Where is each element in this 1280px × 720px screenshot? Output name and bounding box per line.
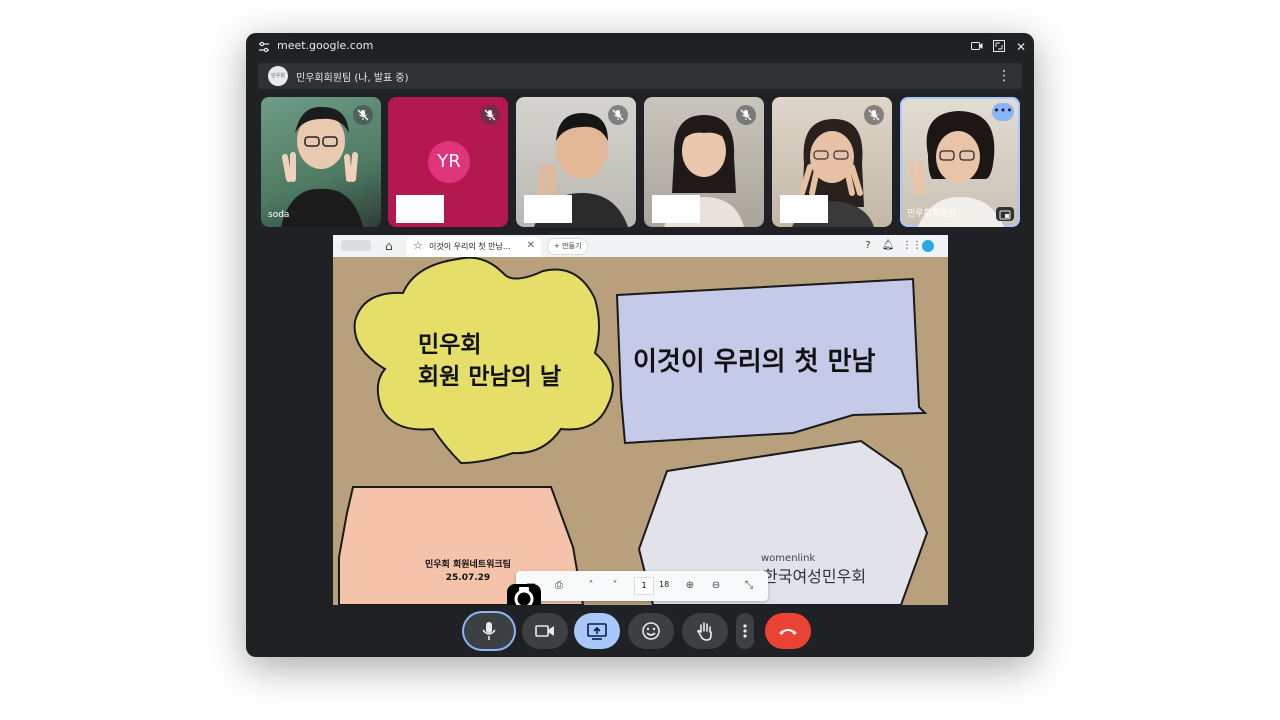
more-options-button[interactable] — [736, 613, 754, 649]
zoom-out-icon[interactable]: ⊖ — [709, 579, 723, 593]
slide-footer-date: 25.07.29 — [445, 573, 491, 583]
participant-tile[interactable] — [772, 97, 892, 227]
expand-window-icon[interactable] — [992, 40, 1006, 54]
microphone-icon — [482, 622, 496, 640]
print-icon[interactable]: ⎙ — [552, 579, 566, 593]
page-number-input[interactable]: 1 — [634, 577, 654, 595]
meeting-title: 민우회회원팀 (나, 발표 중) — [296, 73, 409, 84]
present-button[interactable] — [574, 613, 620, 649]
bell-icon[interactable]: 🔔︎ — [881, 239, 895, 253]
help-icon[interactable]: ? — [861, 239, 875, 253]
site-settings-icon[interactable] — [258, 41, 270, 53]
redacted-name — [524, 195, 572, 223]
leave-call-button[interactable] — [765, 613, 811, 649]
new-button[interactable]: + 만들기 — [547, 238, 589, 255]
slide-title-line1: 민우회 — [418, 332, 482, 358]
end-call-icon — [779, 629, 797, 635]
url-label: meet.google.com — [277, 39, 374, 52]
fit-page-icon[interactable]: ⤡ — [742, 579, 756, 593]
raise-hand-button[interactable] — [682, 613, 728, 649]
slide-title-line2: 회원 만남의 날 — [418, 364, 561, 390]
mic-off-icon — [608, 105, 628, 125]
close-window-icon[interactable]: ✕ — [1014, 40, 1028, 54]
star-icon[interactable]: ☆ — [413, 239, 423, 252]
meet-window: meet.google.com ✕ 민우회 민우회회원팀 (나, 발표 중) ⋮ — [246, 33, 1034, 657]
profile-avatar[interactable] — [922, 240, 934, 252]
tab-title: 이것이 우리의 첫 만남… — [429, 242, 511, 251]
participant-name: soda — [268, 210, 290, 220]
team-avatar: 민우회 — [268, 66, 288, 86]
participant-name: 민우회회원팀 — [907, 209, 957, 219]
participant-tile[interactable]: soda — [261, 97, 381, 227]
presentation-slide: 민우회 회원 만남의 날 이것이 우리의 첫 만남 민우회 회원네트워크팀 25… — [333, 257, 948, 605]
redacted-name — [396, 195, 444, 223]
participant-tile[interactable] — [644, 97, 764, 227]
kebab-icon — [743, 624, 747, 638]
camera-window-icon[interactable] — [970, 40, 984, 54]
video-camera-icon — [535, 625, 554, 637]
slide-footer: 민우회 회원네트워크팀 25.07.29 — [425, 559, 511, 585]
title-bar: meet.google.com ✕ — [246, 33, 1034, 61]
participant-strip: soda YR ••• 민우회회원팀 — [261, 97, 1021, 229]
mic-off-icon — [480, 105, 500, 125]
slide-title: 민우회 회원 만남의 날 — [418, 329, 561, 393]
call-controls — [246, 611, 1034, 653]
shared-screen: ⌂ ☆ 이것이 우리의 첫 만남… ✕ + 만들기 ? 🔔︎ ⋮⋮ 민우회 회원… — [333, 235, 948, 605]
chevron-down-icon[interactable]: ˅ — [608, 579, 622, 593]
chevron-up-icon[interactable]: ˄ — [584, 579, 598, 593]
participant-initials-avatar: YR — [428, 141, 470, 183]
pdf-toolbar: ▭ ⎙ ˄ ˅ 1 18 ⊕ ⊖ ⤡ — [516, 571, 768, 601]
tab-close-icon[interactable]: ✕ — [527, 240, 535, 251]
home-icon[interactable]: ⌂ — [385, 239, 399, 253]
mic-off-icon — [353, 105, 373, 125]
slide-headline: 이것이 우리의 첫 만남 — [633, 347, 876, 377]
redacted-name — [780, 195, 828, 223]
browser-tab[interactable]: ☆ 이것이 우리의 첫 만남… ✕ — [407, 237, 541, 257]
page-total: 18 — [659, 580, 670, 589]
meeting-options-icon[interactable]: ⋮ — [996, 67, 1012, 85]
participant-tile-self[interactable]: ••• 민우회회원팀 — [900, 97, 1020, 227]
redacted-name — [652, 195, 700, 223]
present-screen-icon — [587, 623, 607, 640]
participant-tile[interactable]: YR — [388, 97, 508, 227]
more-options-icon[interactable]: ••• — [992, 103, 1014, 121]
brand-ko: 한국여성민우회 — [763, 567, 867, 586]
emoji-icon — [642, 622, 660, 640]
new-button-label: 만들기 — [562, 242, 582, 250]
participant-tile[interactable] — [516, 97, 636, 227]
hand-icon — [697, 622, 712, 641]
camera-icon[interactable] — [507, 584, 541, 605]
mic-off-icon — [736, 105, 756, 125]
slide-footer-team: 민우회 회원네트워크팀 — [425, 560, 511, 570]
mic-off-icon — [864, 105, 884, 125]
slide-shapes — [338, 257, 929, 605]
microphone-button[interactable] — [464, 613, 514, 649]
apps-grid-icon[interactable]: ⋮⋮ — [902, 239, 922, 253]
reactions-button[interactable] — [628, 613, 674, 649]
zoom-in-icon[interactable]: ⊕ — [683, 579, 697, 593]
camera-button[interactable] — [522, 613, 568, 649]
tab-search-icon[interactable] — [341, 240, 371, 251]
meeting-info-bar: 민우회 민우회회원팀 (나, 발표 중) ⋮ — [258, 63, 1022, 89]
pip-icon[interactable] — [996, 207, 1014, 221]
browser-tab-bar: ⌂ ☆ 이것이 우리의 첫 만남… ✕ + 만들기 ? 🔔︎ ⋮⋮ — [333, 235, 948, 257]
